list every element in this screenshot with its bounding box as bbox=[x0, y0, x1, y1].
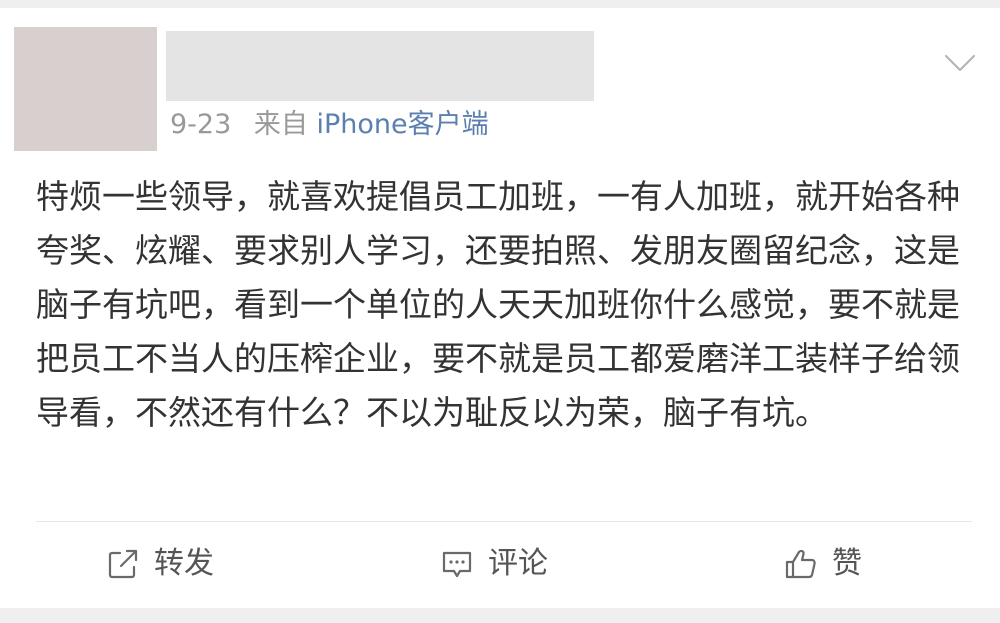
post-body-text: 特烦一些领导，就喜欢提倡员工加班，一有人加班，就开始各种夸奖、炫耀、要求别人学习… bbox=[36, 177, 960, 432]
username-placeholder[interactable] bbox=[166, 31, 594, 101]
source-prefix: 来自 bbox=[253, 109, 308, 140]
avatar[interactable] bbox=[14, 27, 157, 151]
comment-icon bbox=[442, 551, 472, 578]
post-date: 9-23 bbox=[170, 109, 232, 140]
like-button[interactable]: 赞 bbox=[784, 542, 862, 586]
post-meta: 9-23 来自 iPhone客户端 bbox=[170, 108, 489, 142]
repost-label: 转发 bbox=[154, 546, 214, 581]
source-client-link[interactable]: iPhone客户端 bbox=[316, 109, 488, 140]
action-divider bbox=[36, 521, 972, 522]
thumbs-up-icon bbox=[785, 549, 816, 579]
chevron-down-icon[interactable] bbox=[944, 52, 976, 74]
top-separator bbox=[0, 0, 1000, 8]
like-label: 赞 bbox=[832, 546, 862, 581]
repost-button[interactable]: 转发 bbox=[106, 542, 214, 586]
repost-icon bbox=[108, 549, 138, 579]
bottom-separator bbox=[0, 608, 1000, 623]
comment-button[interactable]: 评论 bbox=[440, 542, 548, 586]
comment-label: 评论 bbox=[488, 546, 548, 581]
